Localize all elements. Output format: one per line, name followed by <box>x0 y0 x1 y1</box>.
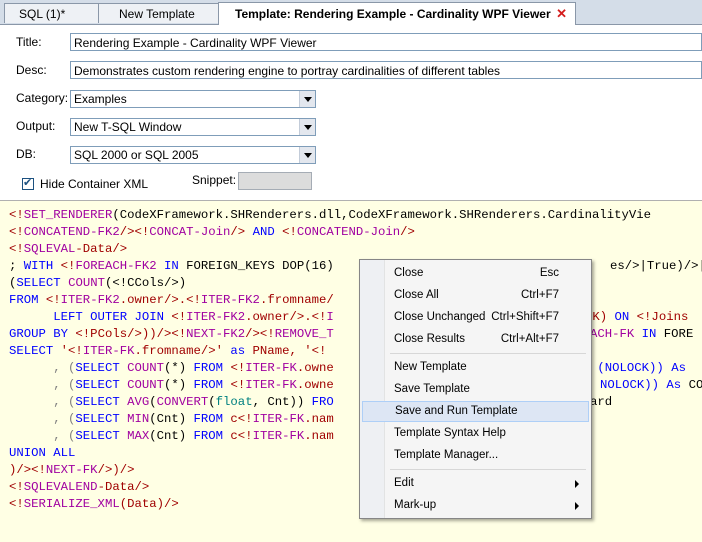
menu-item-mark-up[interactable]: Mark-up <box>362 495 589 516</box>
code-line: , (SELECT MAX(Cnt) FROM c<!ITER-FK.nam <box>9 429 334 443</box>
db-select[interactable]: SQL 2000 or SQL 2005 <box>70 146 316 164</box>
output-label: Output: <box>16 119 56 133</box>
menu-item-save-template[interactable]: Save Template <box>362 379 589 400</box>
hide-container-xml-checkbox[interactable] <box>22 176 34 190</box>
menu-item-template-syntax-help[interactable]: Template Syntax Help <box>362 423 589 444</box>
document-tab-strip: SQL (1)* New Template Template: Renderin… <box>0 0 702 25</box>
menu-item-template-manager[interactable]: Template Manager... <box>362 445 589 466</box>
code-line: , (SELECT COUNT(*) FROM <!ITER-FK.owne NO… <box>9 378 702 392</box>
category-select[interactable]: Examples <box>70 90 316 108</box>
code-line: , (SELECT AVG(CONVERT(float, Cnt)) FRO ar… <box>9 395 613 409</box>
code-line: ; WITH <!FOREACH-FK2 IN FOREIGN_KEYS DOP… <box>9 259 702 273</box>
db-label: DB: <box>16 147 37 161</box>
tab-label: Template: Rendering Example - Cardinalit… <box>235 7 551 21</box>
menu-item-close-all[interactable]: Close All Ctrl+F7 <box>362 285 589 306</box>
snippet-label: Snippet: <box>192 173 237 187</box>
desc-label: Desc: <box>16 63 47 77</box>
menu-separator <box>390 353 586 354</box>
tab-template-rendering-example[interactable]: Template: Rendering Example - Cardinalit… <box>218 2 576 25</box>
menu-item-edit[interactable]: Edit <box>362 473 589 494</box>
chevron-down-icon[interactable] <box>299 91 315 107</box>
tab-label: SQL (1)* <box>19 7 66 21</box>
desc-input[interactable]: Demonstrates custom rendering engine to … <box>70 61 702 79</box>
hide-container-xml-label: Hide Container XML <box>40 177 149 191</box>
tab-label: New Template <box>119 7 195 21</box>
code-line: <!SET_RENDERER(CodeXFramework.SHRenderer… <box>9 208 652 222</box>
template-properties-panel: Title: Rendering Example - Cardinality W… <box>0 25 702 200</box>
category-value: Examples <box>74 92 127 106</box>
code-line: <!SQLEVALEND-Data/> <box>9 480 150 494</box>
tab-new-template[interactable]: New Template <box>98 3 224 23</box>
db-value: SQL 2000 or SQL 2005 <box>74 148 199 162</box>
code-line: , (SELECT COUNT(*) FROM <!ITER-FK.owne (… <box>9 361 686 375</box>
close-icon[interactable]: ✕ <box>556 3 567 25</box>
menu-item-close-unchanged[interactable]: Close Unchanged Ctrl+Shift+F7 <box>362 307 589 328</box>
code-line: )/><!NEXT-FK/>)/> <box>9 463 135 477</box>
submenu-arrow-icon <box>575 502 579 510</box>
menu-item-close-results[interactable]: Close Results Ctrl+Alt+F7 <box>362 329 589 350</box>
title-label: Title: <box>16 35 42 49</box>
chevron-down-icon[interactable] <box>299 119 315 135</box>
menu-item-new-template[interactable]: New Template <box>362 357 589 378</box>
template-code-editor[interactable]: <!SET_RENDERER(CodeXFramework.SHRenderer… <box>0 200 702 542</box>
menu-separator <box>390 469 586 470</box>
code-line: <!SERIALIZE_XML(Data)/> <box>9 497 179 511</box>
submenu-arrow-icon <box>575 480 579 488</box>
category-label: Category: <box>16 91 69 105</box>
code-line: GROUP BY <!PCols/>))/><!NEXT-FK2/><!REMO… <box>9 327 694 341</box>
output-value: New T-SQL Window <box>74 120 182 134</box>
title-input[interactable]: Rendering Example - Cardinality WPF View… <box>70 33 702 51</box>
snippet-input[interactable] <box>238 172 312 190</box>
code-line: , (SELECT MIN(Cnt) FROM c<!ITER-FK.nam <box>9 412 334 426</box>
code-line: (SELECT COUNT(<!CCols/>) <box>9 276 187 290</box>
code-line: LEFT OUTER JOIN <!ITER-FK2.owner/>.<!I CK… <box>53 310 689 324</box>
output-select[interactable]: New T-SQL Window <box>70 118 316 136</box>
chevron-down-icon[interactable] <box>299 147 315 163</box>
menu-item-close[interactable]: Close Esc <box>362 263 589 284</box>
code-line: FROM <!ITER-FK2.owner/>.<!ITER-FK2.fromn… <box>9 293 334 307</box>
context-menu: Close Esc Close All Ctrl+F7 Close Unchange… <box>359 259 592 519</box>
code-line: <!SQLEVAL-Data/> <box>9 242 128 256</box>
code-line: <!CONCATEND-FK2/><!CONCAT-Join/> AND <!C… <box>9 225 415 239</box>
tab-sql-1[interactable]: SQL (1)* <box>4 3 104 23</box>
code-line: UNION ALL <box>9 446 76 460</box>
code-line: SELECT '<!ITER-FK.fromname/>' as PName, … <box>9 344 327 358</box>
menu-item-save-and-run-template[interactable]: Save and Run Template <box>362 401 589 422</box>
